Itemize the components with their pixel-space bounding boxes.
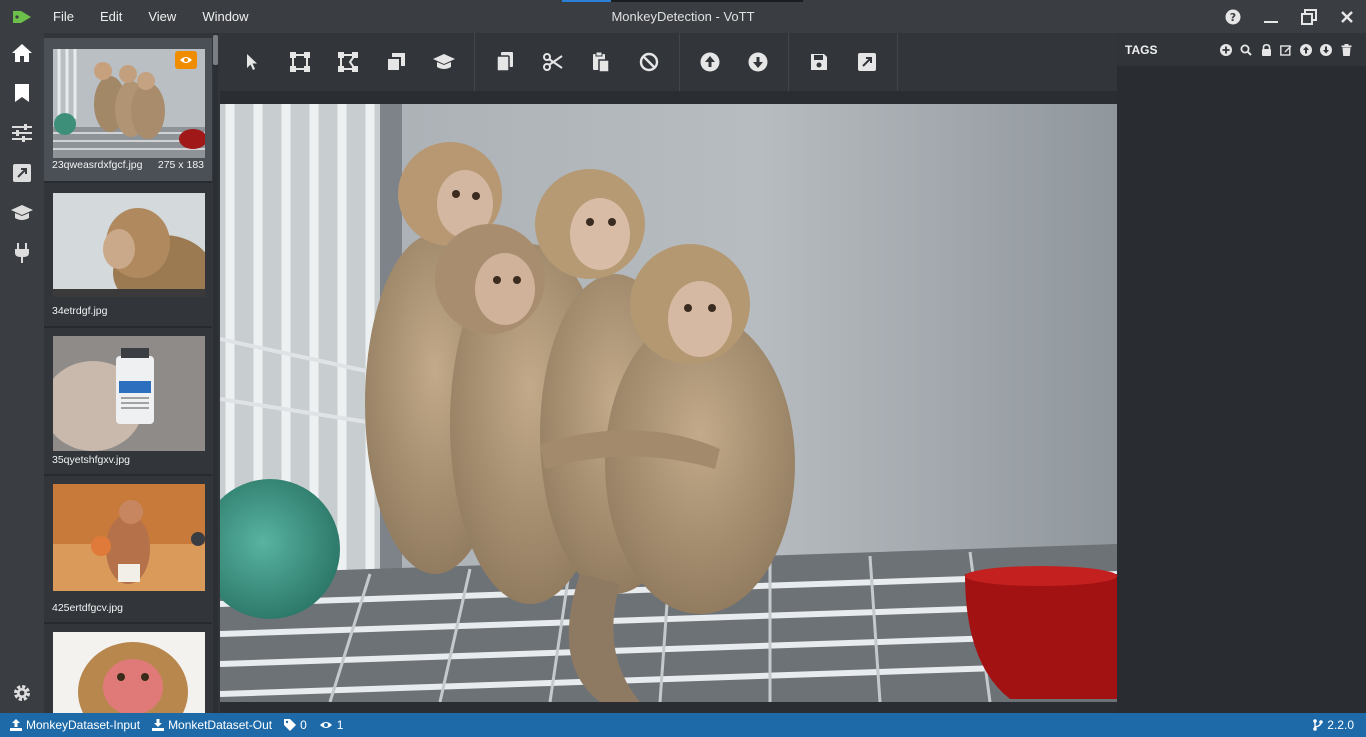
editor-canvas[interactable]: [220, 91, 1117, 713]
download-icon: [152, 719, 165, 731]
asset-thumbnail: [53, 336, 205, 451]
visited-count-value: 1: [336, 718, 344, 732]
asset-image[interactable]: [220, 104, 1117, 702]
asset-thumbnail: [53, 193, 205, 297]
clear-icon[interactable]: [625, 42, 673, 82]
plug-icon[interactable]: [0, 233, 44, 273]
active-learning-icon[interactable]: [420, 42, 468, 82]
menu-edit[interactable]: Edit: [91, 9, 131, 24]
asset-thumbnail: [53, 632, 205, 713]
status-bar: MonkeyDataset-Input MonketDataset-Out 0 …: [0, 713, 1366, 737]
minimize-icon[interactable]: [1252, 0, 1290, 33]
editor-toolbar: [220, 33, 1117, 91]
bookmark-icon[interactable]: [0, 73, 44, 113]
cut-icon[interactable]: [529, 42, 577, 82]
menu-view[interactable]: View: [139, 9, 185, 24]
export-icon[interactable]: [843, 42, 891, 82]
tag-tools: [1216, 40, 1366, 60]
source-connection-label: MonkeyDataset-Input: [26, 718, 141, 732]
next-asset-icon[interactable]: [734, 42, 782, 82]
app-version: 2.2.0: [1313, 713, 1354, 737]
asset-item[interactable]: 34etrdgf.jpg: [44, 183, 212, 326]
visited-eye-icon: [175, 51, 197, 69]
move-tag-up-icon[interactable]: [1296, 40, 1316, 60]
tags-header: TAGS: [1117, 33, 1366, 66]
edit-tag-icon[interactable]: [1276, 40, 1296, 60]
toolbar-group-navigate: [686, 33, 789, 91]
menu-file[interactable]: File: [44, 9, 83, 24]
left-nav: [0, 33, 44, 713]
sliders-icon[interactable]: [0, 113, 44, 153]
menu-bar: File Edit View Window: [44, 0, 266, 33]
tag-count-value: 0: [300, 718, 307, 732]
help-icon[interactable]: ?: [1214, 0, 1252, 33]
tag-count: 0: [284, 718, 307, 732]
restore-icon[interactable]: [1290, 0, 1328, 33]
toolbar-group-draw: [228, 33, 475, 91]
polygon-icon[interactable]: [324, 42, 372, 82]
delete-tag-icon[interactable]: [1336, 40, 1356, 60]
code-branch-icon: [1313, 719, 1324, 731]
asset-item[interactable]: 35qyetshfgxv.jpg: [44, 328, 212, 474]
visited-count: 1: [319, 718, 344, 732]
asset-thumbnail: [53, 484, 205, 591]
source-connection[interactable]: MonkeyDataset-Input: [10, 718, 140, 732]
search-tag-icon[interactable]: [1236, 40, 1256, 60]
svg-text:?: ?: [1230, 11, 1236, 24]
previous-asset-icon[interactable]: [686, 42, 734, 82]
menu-window[interactable]: Window: [193, 9, 257, 24]
home-icon[interactable]: [0, 33, 44, 73]
asset-filename: 34etrdgf.jpg: [52, 305, 108, 317]
tags-title: TAGS: [1125, 42, 1158, 57]
target-connection-label: MonketDataset-Out: [168, 718, 273, 732]
version-label: 2.2.0: [1327, 718, 1354, 732]
close-icon[interactable]: [1328, 0, 1366, 33]
title-dark-bar: [611, 0, 803, 2]
gear-icon[interactable]: [0, 673, 44, 713]
copy-rectangle-icon[interactable]: [372, 42, 420, 82]
asset-item[interactable]: 23qweasrdxfgcf.jpg 275 x 183: [44, 38, 212, 181]
copy-icon[interactable]: [481, 42, 529, 82]
export-icon[interactable]: [0, 153, 44, 193]
pointer-icon[interactable]: [228, 42, 276, 82]
toolbar-group-edit: [481, 33, 680, 91]
eye-icon: [319, 722, 332, 728]
window-controls: ?: [1214, 0, 1366, 33]
vott-logo-icon: [0, 0, 44, 33]
graduation-cap-icon[interactable]: [0, 193, 44, 233]
paste-icon[interactable]: [577, 42, 625, 82]
upload-icon: [10, 719, 22, 731]
tags-pane: TAGS: [1117, 33, 1366, 713]
title-bar: File Edit View Window MonkeyDetection - …: [0, 0, 1366, 33]
asset-item[interactable]: 425ertdfgcv.jpg: [44, 476, 212, 622]
save-icon[interactable]: [795, 42, 843, 82]
asset-filename: 23qweasrdxfgcf.jpg: [52, 159, 143, 171]
asset-list-scrollbar[interactable]: [213, 33, 218, 713]
move-tag-down-icon[interactable]: [1316, 40, 1336, 60]
lock-tag-icon[interactable]: [1256, 40, 1276, 60]
rectangle-icon[interactable]: [276, 42, 324, 82]
title-accent-bar: [562, 0, 611, 2]
target-connection[interactable]: MonketDataset-Out: [152, 718, 272, 732]
asset-item[interactable]: [44, 624, 212, 713]
tags-icon: [284, 719, 297, 731]
scrollbar-thumb[interactable]: [213, 35, 218, 65]
asset-dimensions: 275 x 183: [157, 159, 204, 171]
asset-list: 23qweasrdxfgcf.jpg 275 x 183 34etrdgf.jp…: [44, 33, 220, 713]
asset-filename: 425ertdfgcv.jpg: [52, 602, 124, 614]
asset-filename: 35qyetshfgxv.jpg: [52, 454, 131, 466]
add-tag-icon[interactable]: [1216, 40, 1236, 60]
toolbar-group-project: [795, 33, 898, 91]
